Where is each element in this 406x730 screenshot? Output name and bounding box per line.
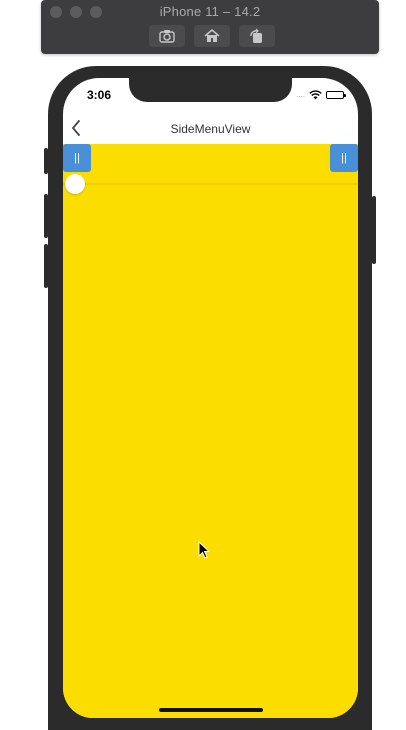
navigation-bar: SideMenuView (63, 114, 358, 144)
slider-track[interactable] (63, 183, 358, 185)
home-icon (204, 28, 220, 42)
signal-icon: .... (296, 90, 305, 99)
rotate-button[interactable] (239, 25, 275, 47)
status-indicators: .... (296, 90, 346, 100)
slider-thumb[interactable] (65, 174, 85, 194)
home-indicator[interactable] (159, 708, 263, 712)
rotate-icon (250, 28, 262, 43)
simulator-toolbar: iPhone 11 – 14.2 (41, 0, 379, 54)
mouse-cursor-icon (198, 541, 210, 559)
phone-screen: 3:06 .... SideMenuView || || (63, 78, 358, 718)
screenshot-icon (159, 30, 175, 43)
screenshot-button[interactable] (149, 25, 185, 47)
left-menu-handle[interactable]: || (63, 144, 91, 172)
simulator-title: iPhone 11 – 14.2 (159, 4, 261, 19)
notch (129, 78, 292, 102)
status-time: 3:06 (87, 88, 112, 102)
simulator-window: iPhone 11 – 14.2 3:06 .... SideMenuView … (0, 0, 406, 730)
side-menu-content: || || (63, 144, 358, 718)
power-button (372, 196, 376, 264)
home-button[interactable] (194, 25, 230, 47)
right-menu-handle[interactable]: || (330, 144, 358, 172)
wifi-icon (309, 90, 322, 100)
nav-title: SideMenuView (170, 122, 251, 136)
battery-icon (326, 91, 346, 99)
